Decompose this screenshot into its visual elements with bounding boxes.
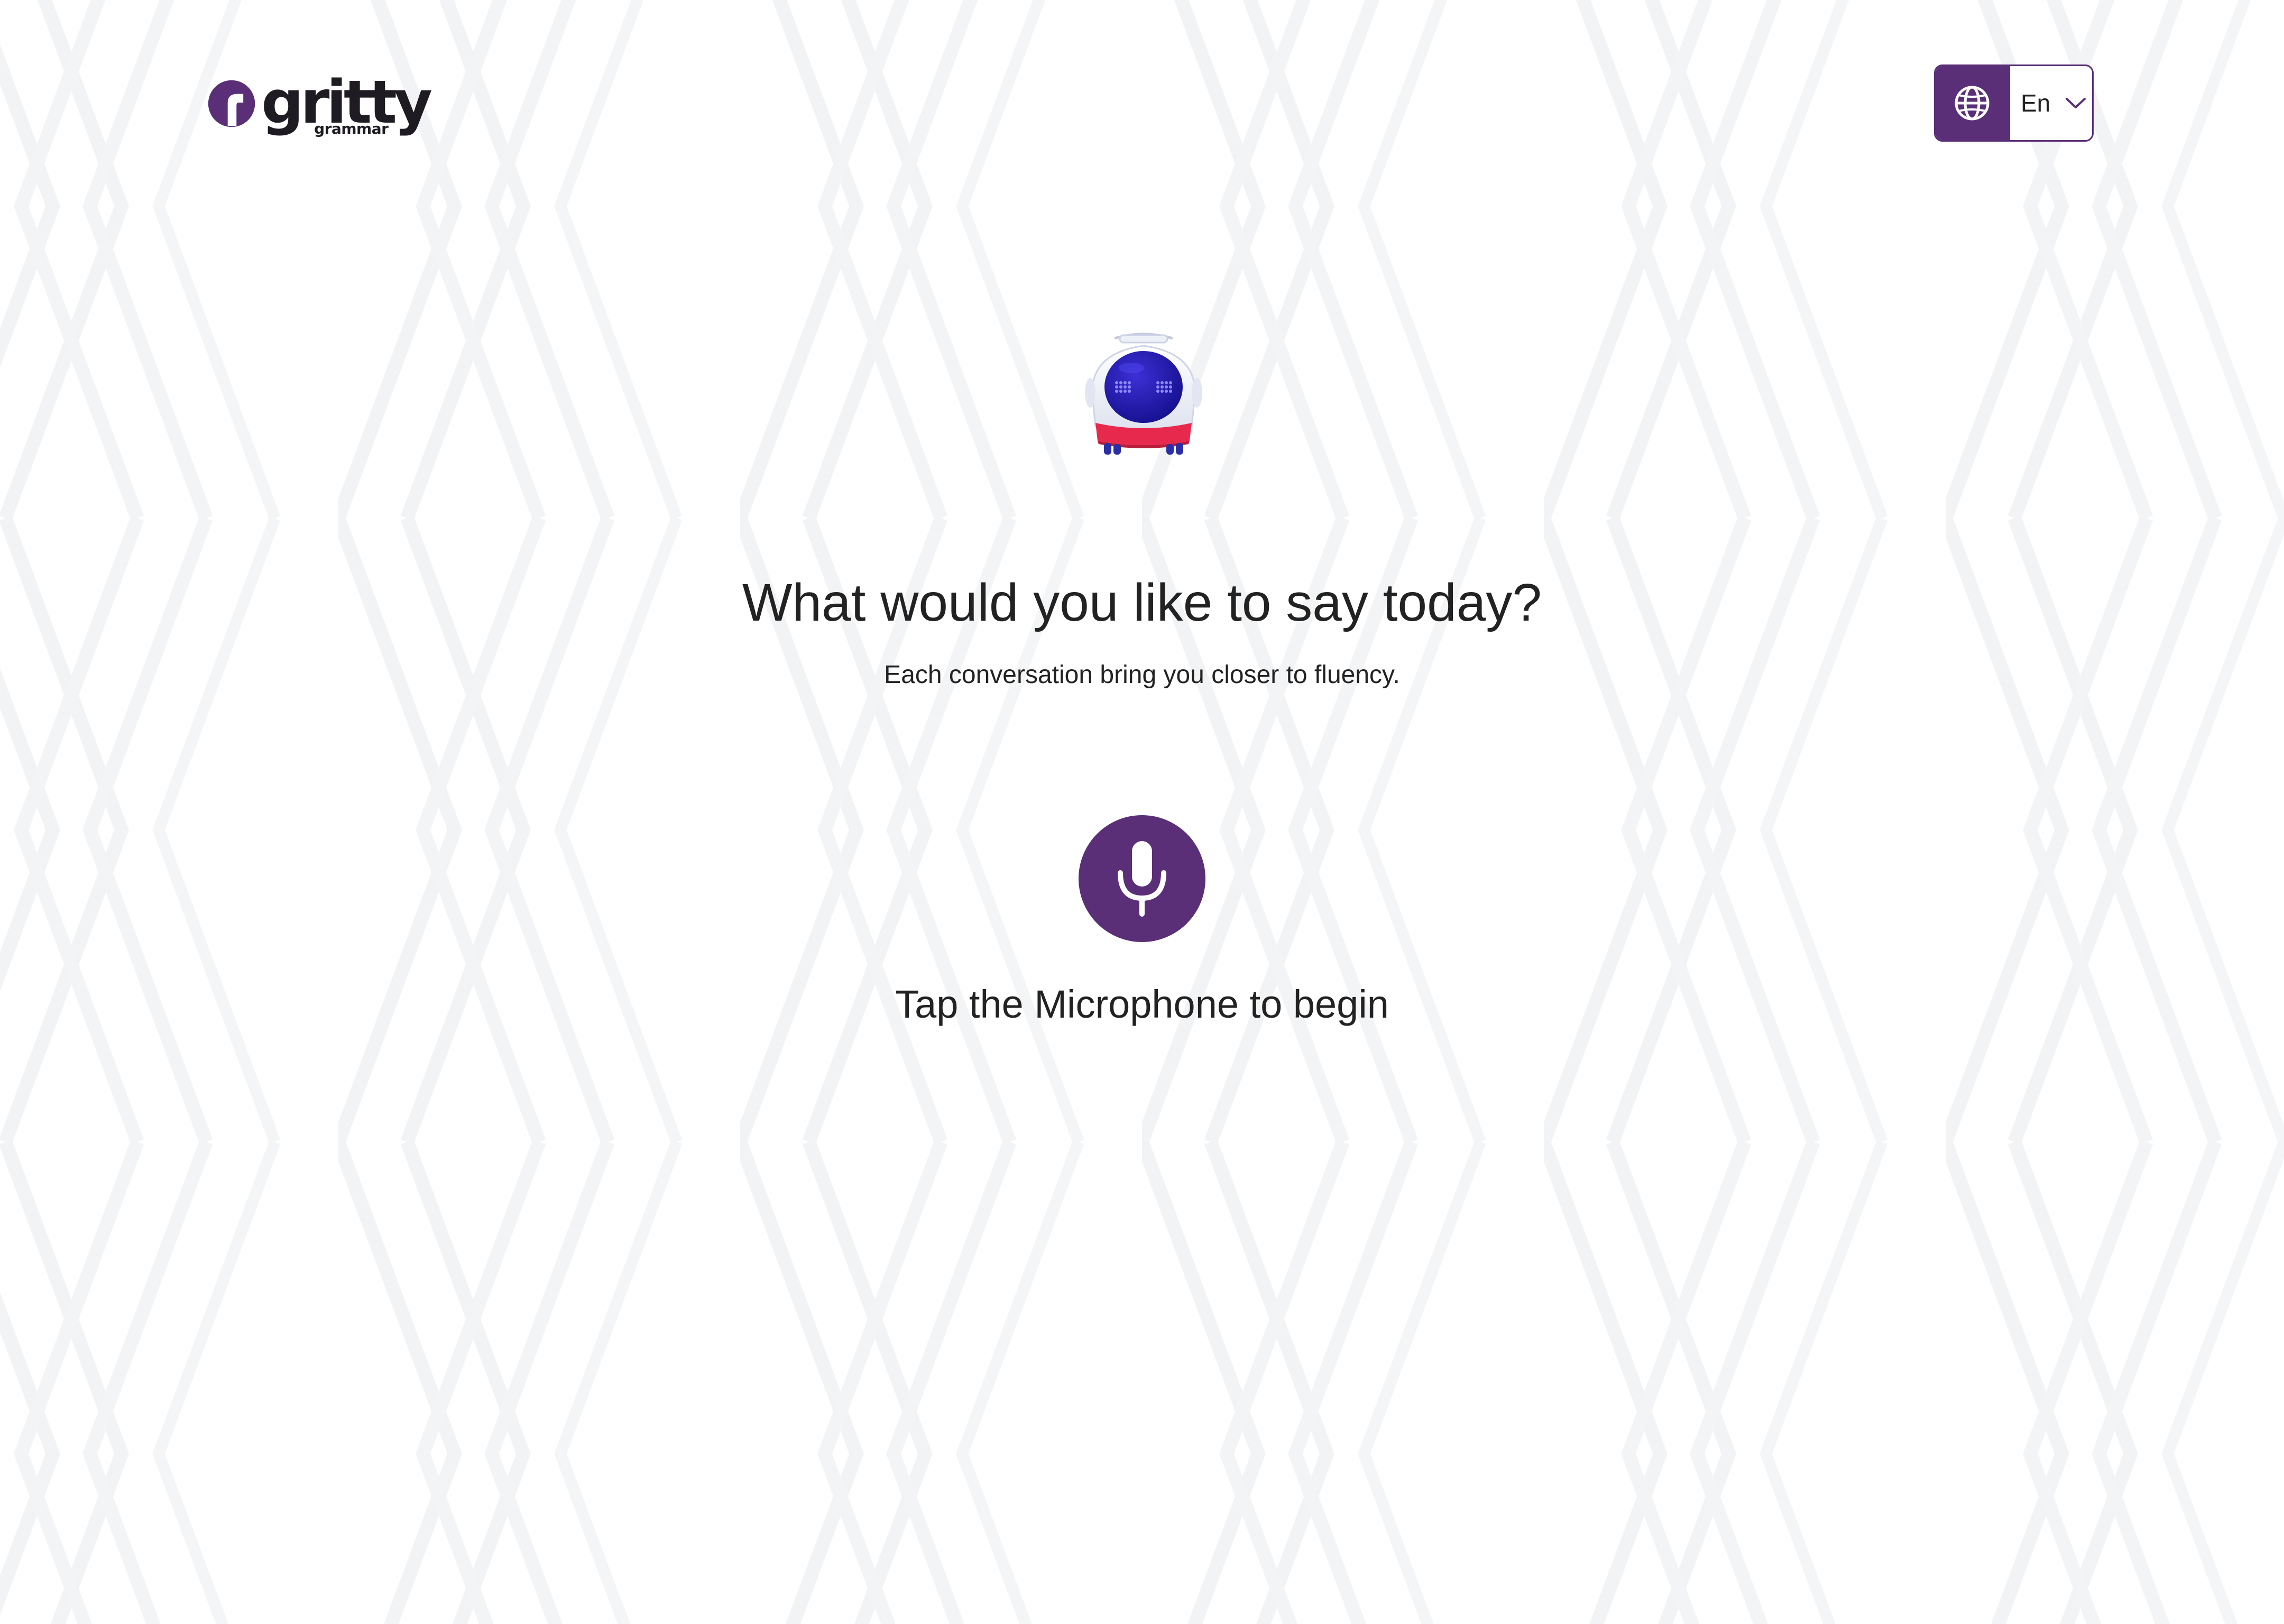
microphone-button[interactable] <box>1079 815 1205 942</box>
microphone-icon <box>1118 841 1166 917</box>
start-prompt: Tap the Microphone to begin <box>895 982 1389 1026</box>
brand-logo[interactable]: gritty grammar <box>207 73 432 142</box>
logo-subname: grammar <box>314 120 389 137</box>
logo-mark-icon <box>208 80 255 127</box>
app-screen: gritty grammar En What would you like to… <box>0 0 2284 1624</box>
logo-wordmark: gritty grammar <box>261 73 432 142</box>
language-selector[interactable]: En <box>1934 64 2094 142</box>
page-title: What would you like to say today? <box>742 573 1542 632</box>
robot-mascot-icon <box>1085 333 1202 455</box>
page-subtitle: Each conversation bring you closer to fl… <box>884 661 1400 689</box>
language-label: En <box>2021 89 2051 117</box>
globe-icon <box>1936 66 2010 140</box>
background-pattern <box>0 0 2284 1624</box>
chevron-down-icon <box>2066 98 2086 108</box>
